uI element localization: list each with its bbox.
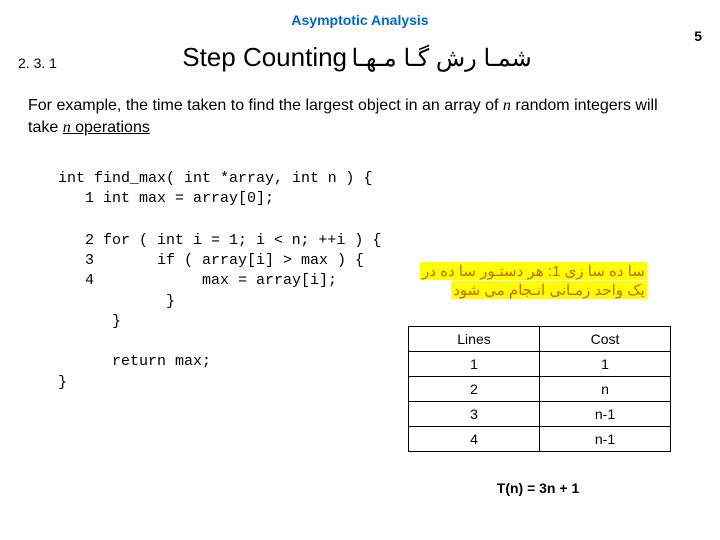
code-l0a: int find_max( int *array, int: [58, 170, 328, 187]
title-farsi: شمـا رش گـا مـهـا: [351, 45, 531, 72]
cell-cost: n: [540, 377, 671, 402]
code-l8: }: [58, 374, 67, 391]
code-l4: 4 max = array[i];: [58, 272, 337, 289]
annotation-line-1: سا ده سا زی 1: هر دستـور سا ده در: [420, 262, 647, 280]
body-text-1: For example, the time taken to find the …: [28, 97, 503, 114]
table-header-row: Lines Cost: [409, 327, 671, 352]
cell-cost: n-1: [540, 427, 671, 452]
code-l1: 1 int max = array[0];: [58, 190, 274, 207]
code-l2b: ; ++i ) {: [300, 232, 381, 249]
cell-line: 1: [409, 352, 540, 377]
var-n-1: n: [503, 97, 511, 114]
code-block: int find_max( int *array, int n ) { 1 in…: [58, 168, 381, 393]
body-paragraph: For example, the time taken to find the …: [28, 95, 692, 138]
title-english: Step Counting: [182, 42, 347, 72]
cost-table: Lines Cost 1 1 2 n 3 n-1 4 n-1: [408, 326, 671, 452]
table-row: 1 1: [409, 352, 671, 377]
col-cost: Cost: [540, 327, 671, 352]
table-row: 4 n-1: [409, 427, 671, 452]
code-l6: }: [58, 313, 121, 330]
annotation-line-2: یک واحد زمـانی انـجام می شود: [451, 281, 647, 299]
cell-line: 3: [409, 402, 540, 427]
annotation-block: سا ده سا زی 1: هر دستـور سا ده در یک واح…: [420, 262, 647, 300]
code-l0b: ) {: [336, 170, 372, 187]
cell-cost: 1: [540, 352, 671, 377]
body-text-3: operations: [71, 119, 150, 136]
cell-line: 2: [409, 377, 540, 402]
cell-cost: n-1: [540, 402, 671, 427]
doc-header: Asymptotic Analysis: [0, 0, 720, 28]
slide-title: Step Counting شمـا رش گـا مـهـا: [0, 42, 720, 73]
code-l2a: 2 for ( int i = 1; i <: [58, 232, 292, 249]
cell-line: 4: [409, 427, 540, 452]
tn-formula: T(n) = 3n + 1: [408, 480, 668, 496]
code-l3: 3 if ( array[i] > max ) {: [58, 252, 364, 269]
code-l7: return max;: [58, 353, 211, 370]
col-lines: Lines: [409, 327, 540, 352]
table-row: 2 n: [409, 377, 671, 402]
var-n-2: n: [63, 119, 71, 136]
code-l5: }: [58, 293, 175, 310]
table-row: 3 n-1: [409, 402, 671, 427]
